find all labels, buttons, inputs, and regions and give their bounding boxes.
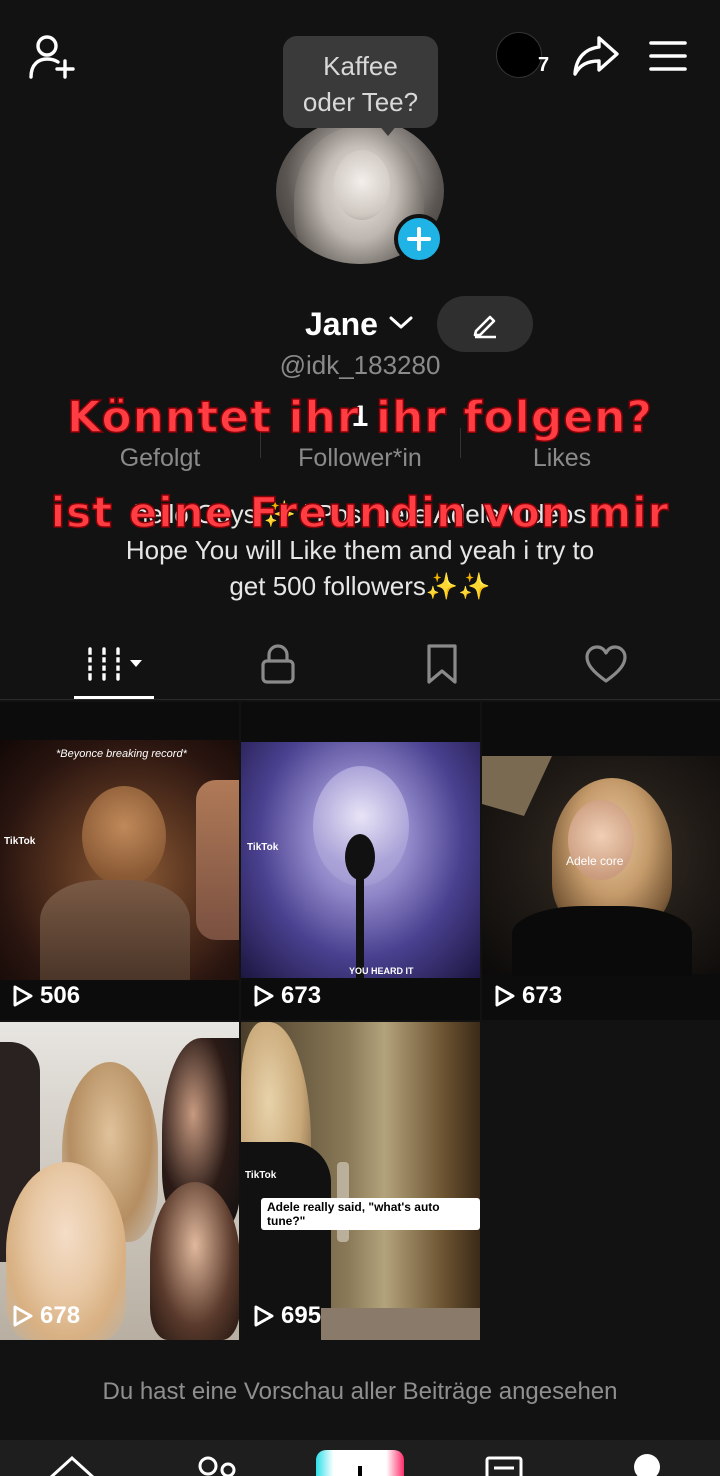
menu-icon[interactable]: [646, 36, 690, 76]
video-thumbnail: [0, 740, 239, 980]
video-tile[interactable]: *Beyonce breaking record* TikTok 506: [0, 702, 239, 1020]
play-icon: [254, 1305, 274, 1327]
notification-count: 7: [538, 54, 550, 76]
play-icon: [13, 985, 33, 1007]
notifications-button[interactable]: 7: [496, 32, 554, 80]
active-tab-indicator: [74, 696, 154, 699]
share-icon[interactable]: [570, 32, 622, 80]
chevron-down-icon[interactable]: [388, 314, 414, 337]
plus-icon: [407, 227, 431, 251]
plus-icon: [358, 1466, 362, 1476]
video-caption: Adele really said, "what's auto tune?": [261, 1198, 480, 1230]
profile-tabs: [0, 628, 720, 700]
create-button[interactable]: [316, 1450, 404, 1476]
tiktok-watermark: TikTok: [4, 836, 36, 847]
edit-profile-button[interactable]: [437, 296, 533, 352]
play-icon: [254, 985, 274, 1007]
tab-videos[interactable]: [24, 628, 204, 700]
video-caption: *Beyonce breaking record*: [56, 748, 187, 760]
view-count: 673: [253, 982, 321, 1010]
add-story-button[interactable]: [394, 214, 444, 264]
view-count-value: 673: [281, 982, 322, 1009]
inbox-icon[interactable]: [484, 1452, 524, 1476]
note-bubble[interactable]: Kaffee oder Tee?: [283, 36, 438, 128]
video-caption: YOU HEARD IT: [349, 966, 414, 976]
view-count-value: 506: [40, 982, 81, 1009]
stat-following-label: Gefolgt: [119, 444, 201, 472]
note-line-2: oder Tee?: [302, 87, 419, 117]
view-count-value: 695: [281, 1302, 322, 1329]
bio-line-2: Hope You will Like them and yeah i try t…: [125, 535, 595, 565]
profile-avatar[interactable]: [276, 118, 444, 264]
tiktok-watermark: TikTok: [247, 842, 279, 853]
end-of-preview-message: Du hast eine Vorschau aller Beiträge ang…: [102, 1378, 618, 1405]
note-bubble-tail: [378, 124, 398, 136]
bio-line-3: get 500 followers✨✨: [229, 571, 491, 601]
video-tile[interactable]: TikTok Adele really said, "what's auto t…: [241, 1022, 480, 1340]
grid-icon: [82, 647, 142, 681]
bottom-nav: [0, 1440, 720, 1476]
video-caption: Adele core: [566, 854, 624, 868]
heart-icon: [585, 645, 627, 683]
video-thumbnail: [0, 1022, 239, 1340]
bookmark-icon: [427, 644, 457, 684]
tab-liked[interactable]: [516, 628, 696, 700]
play-icon: [495, 985, 515, 1007]
video-thumbnail: [241, 1022, 480, 1340]
friends-icon[interactable]: [196, 1452, 240, 1476]
video-tile[interactable]: 678: [0, 1022, 239, 1340]
video-tile[interactable]: Adele core 673: [482, 702, 720, 1020]
view-count: 678: [12, 1302, 80, 1330]
overlay-text-line-2: ist eine Freundin von mir: [50, 487, 670, 538]
name-row: Jane: [0, 296, 720, 352]
profile-handle: @idk_183280: [279, 350, 441, 380]
view-count: 673: [494, 982, 562, 1010]
overlay-text-line-1: Könntet ihr ihr folgen?: [66, 391, 653, 444]
video-thumbnail: [241, 742, 480, 978]
tab-saved[interactable]: [352, 628, 532, 700]
view-count-value: 673: [522, 982, 563, 1009]
view-count: 695: [253, 1302, 321, 1330]
view-count: 506: [12, 982, 80, 1010]
home-icon[interactable]: [46, 1452, 98, 1476]
tab-private[interactable]: [188, 628, 368, 700]
stat-followers-label: Follower*in: [298, 444, 422, 472]
profile-icon[interactable]: [634, 1454, 660, 1476]
stat-likes-label: Likes: [532, 444, 592, 472]
avatar-dot-icon: [496, 32, 542, 78]
pencil-icon: [473, 315, 496, 339]
view-count-value: 678: [40, 1302, 81, 1329]
profile-name[interactable]: Jane: [305, 306, 378, 343]
add-friend-icon[interactable]: [26, 32, 78, 80]
video-tile[interactable]: YOU HEARD IT TikTok 673: [241, 702, 480, 1020]
lock-icon: [261, 644, 295, 684]
tiktok-watermark: TikTok: [245, 1170, 277, 1181]
note-line-1: Kaffee: [323, 51, 398, 81]
play-icon: [13, 1305, 33, 1327]
